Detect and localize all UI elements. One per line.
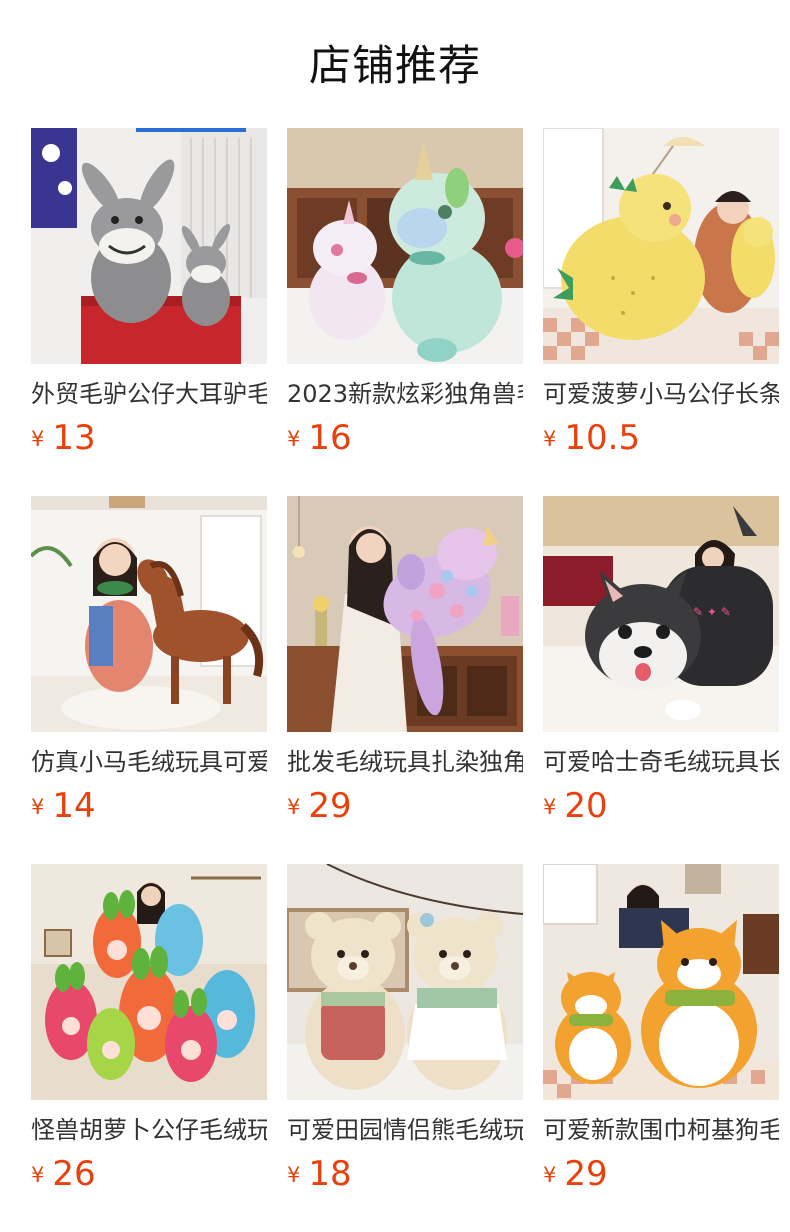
product-name[interactable]: 可爱田园情侣熊毛绒玩具 — [287, 1114, 523, 1146]
price-value: 18 — [308, 1154, 352, 1194]
horse-plush-image[interactable] — [31, 496, 267, 732]
husky-plush-image[interactable]: ✎ ✦ ✎ — [543, 496, 779, 732]
product-name[interactable]: 可爱哈士奇毛绒玩具长条抱枕 — [543, 746, 779, 778]
product-card[interactable]: ✎ ✦ ✎ 可爱哈士奇毛绒玩具长条抱枕 ¥20 — [543, 496, 779, 826]
product-price: ¥18 — [287, 1154, 523, 1194]
svg-text:✎ ✦ ✎: ✎ ✦ ✎ — [693, 605, 731, 619]
currency-symbol: ¥ — [31, 795, 45, 819]
carrot-monster-plush-image[interactable] — [31, 864, 267, 1100]
currency-symbol: ¥ — [543, 427, 557, 451]
price-value: 10.5 — [564, 418, 641, 458]
corgi-plush-image[interactable] — [543, 864, 779, 1100]
product-price: ¥20 — [543, 786, 779, 826]
product-name[interactable]: 怪兽胡萝卜公仔毛绒玩具 — [31, 1114, 267, 1146]
currency-symbol: ¥ — [543, 1163, 557, 1187]
product-grid: 外贸毛驴公仔大耳驴毛绒玩具 ¥13 — [31, 128, 779, 1194]
price-value: 20 — [564, 786, 608, 826]
donkey-plush-image[interactable] — [31, 128, 267, 364]
product-name[interactable]: 2023新款炫彩独角兽毛绒玩具 — [287, 378, 523, 410]
unicorn-plush-image[interactable] — [287, 128, 523, 364]
pineapple-horse-plush-image[interactable] — [543, 128, 779, 364]
product-card[interactable]: 可爱菠萝小马公仔长条抱枕 ¥10.5 — [543, 128, 779, 458]
price-value: 29 — [308, 786, 352, 826]
price-value: 29 — [564, 1154, 608, 1194]
product-card[interactable]: 2023新款炫彩独角兽毛绒玩具 ¥16 — [287, 128, 523, 458]
currency-symbol: ¥ — [287, 427, 301, 451]
tie-dye-unicorn-image[interactable] — [287, 496, 523, 732]
product-price: ¥29 — [543, 1154, 779, 1194]
currency-symbol: ¥ — [287, 795, 301, 819]
couple-bear-plush-image[interactable] — [287, 864, 523, 1100]
product-card[interactable]: 仿真小马毛绒玩具可爱公仔 ¥14 — [31, 496, 267, 826]
product-card[interactable]: 怪兽胡萝卜公仔毛绒玩具 ¥26 — [31, 864, 267, 1194]
product-card[interactable]: 批发毛绒玩具扎染独角兽 ¥29 — [287, 496, 523, 826]
product-card[interactable]: 外贸毛驴公仔大耳驴毛绒玩具 ¥13 — [31, 128, 267, 458]
store-recommendation-page: 店铺推荐 外贸毛驴公仔大耳驴毛 ¥ 13 2023新款炫彩独角兽 ¥ 16 可爱… — [0, 0, 790, 1232]
product-name[interactable]: 仿真小马毛绒玩具可爱公仔 — [31, 746, 267, 778]
product-price: ¥13 — [31, 418, 267, 458]
currency-symbol: ¥ — [31, 1163, 45, 1187]
product-card[interactable]: 可爱新款围巾柯基狗毛绒玩具 ¥29 — [543, 864, 779, 1194]
product-name[interactable]: 批发毛绒玩具扎染独角兽 — [287, 746, 523, 778]
product-price: ¥26 — [31, 1154, 267, 1194]
price-value: 26 — [52, 1154, 96, 1194]
page-title: 店铺推荐 — [308, 41, 481, 90]
price-value: 16 — [308, 418, 352, 458]
currency-symbol: ¥ — [31, 427, 45, 451]
product-price: ¥16 — [287, 418, 523, 458]
product-price: ¥14 — [31, 786, 267, 826]
product-name[interactable]: 可爱新款围巾柯基狗毛绒玩具 — [543, 1114, 779, 1146]
currency-symbol: ¥ — [543, 795, 557, 819]
product-price: ¥10.5 — [543, 418, 779, 458]
price-value: 13 — [52, 418, 96, 458]
currency-symbol: ¥ — [287, 1163, 301, 1187]
product-name[interactable]: 可爱菠萝小马公仔长条抱枕 — [543, 378, 779, 410]
product-price: ¥29 — [287, 786, 523, 826]
product-name[interactable]: 外贸毛驴公仔大耳驴毛绒玩具 — [31, 378, 267, 410]
product-card[interactable]: 可爱田园情侣熊毛绒玩具 ¥18 — [287, 864, 523, 1194]
price-value: 14 — [52, 786, 96, 826]
